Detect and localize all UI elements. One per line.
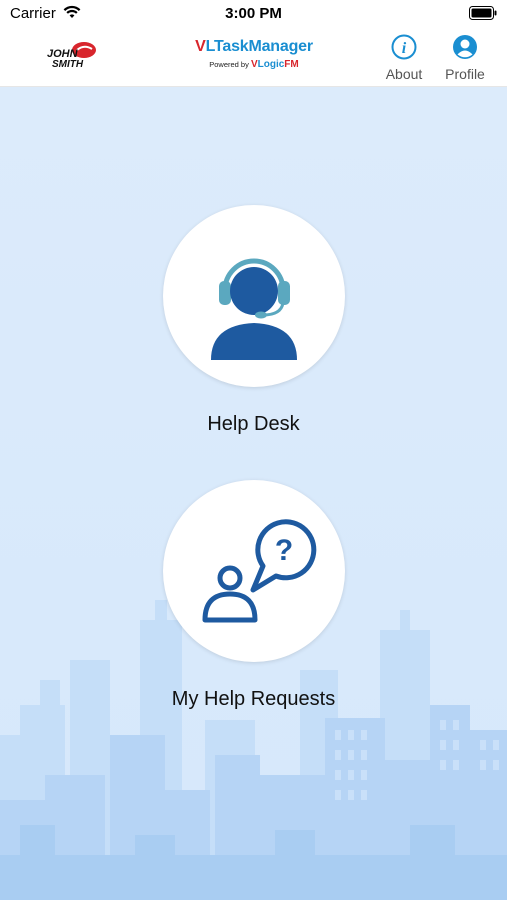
headset-agent-icon	[211, 258, 297, 360]
logo-text-line2: SMITH	[52, 59, 84, 70]
app-header: JOHN SMITH VLTaskManager Powered by VLog…	[0, 26, 507, 87]
home-content: Help Desk ? My Help Requests	[0, 87, 507, 900]
about-button[interactable]: i About	[379, 34, 429, 82]
brand-title: VLTaskManager	[180, 38, 328, 56]
powered-by-line: Powered by VLogicFM	[180, 59, 328, 70]
status-bar: Carrier 3:00 PM	[0, 0, 507, 26]
profile-button[interactable]: Profile	[440, 34, 490, 82]
vlogicfm-logo: VLogicFM	[250, 59, 299, 70]
clock: 3:00 PM	[225, 5, 282, 22]
user-question-icon: ?	[202, 519, 317, 623]
app-brand: VLTaskManager Powered by VLogicFM	[180, 38, 328, 70]
info-icon: i	[391, 34, 417, 60]
user-profile-icon	[453, 35, 477, 59]
battery-icon	[469, 6, 497, 20]
my-help-requests-button[interactable]: ?	[163, 480, 345, 662]
powered-by-text: Powered by	[209, 60, 249, 69]
help-desk-button[interactable]	[163, 205, 345, 387]
about-label: About	[385, 66, 423, 82]
company-logo: JOHN SMITH	[44, 40, 100, 77]
svg-text:?: ?	[275, 534, 293, 567]
brand-v: V	[195, 38, 206, 55]
profile-label: Profile	[445, 66, 485, 82]
brand-rest: LTaskManager	[205, 38, 313, 55]
help-desk-label: Help Desk	[207, 413, 300, 435]
svg-text:i: i	[402, 40, 407, 57]
my-help-requests-label: My Help Requests	[171, 688, 336, 710]
